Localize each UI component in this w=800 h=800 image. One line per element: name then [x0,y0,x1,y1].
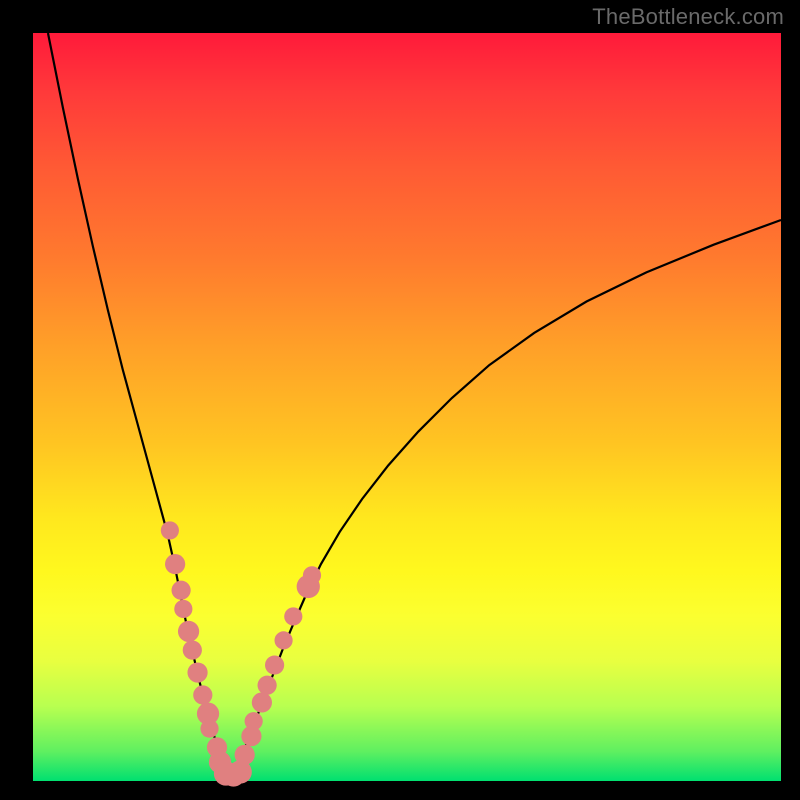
frame: TheBottleneck.com [0,0,800,800]
data-dot [187,662,207,682]
plot-area [33,33,781,781]
watermark-text: TheBottleneck.com [592,4,784,30]
curve-right-branch [230,220,781,777]
data-dot [178,621,199,642]
data-dot [235,745,255,765]
chart-svg [33,33,781,781]
data-dot [161,521,179,539]
data-dot [172,581,191,600]
data-dots [161,521,321,786]
data-dot [258,676,277,695]
data-dot [200,720,218,738]
data-dot [183,641,202,660]
data-dot [252,692,272,712]
data-dot [245,712,263,730]
data-dot [274,631,292,649]
data-dot [193,685,212,704]
data-dot [174,600,192,618]
data-dot [284,607,302,625]
data-dot [165,554,185,574]
data-dot [303,566,321,584]
data-dot [265,655,284,674]
